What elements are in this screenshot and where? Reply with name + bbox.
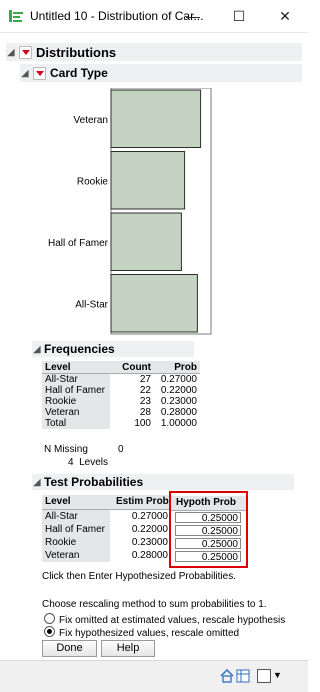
category-label: Hall of Famer: [48, 238, 109, 249]
value-cell: 27: [139, 374, 151, 385]
table-row: All-Star 0.27000: [42, 510, 170, 523]
status-bar: ▼: [0, 660, 308, 692]
help-button[interactable]: Help: [101, 640, 155, 657]
level-cell: All-Star: [42, 373, 110, 385]
level-cell: Hall of Famer: [42, 523, 110, 536]
column-header-count: Count: [110, 361, 154, 374]
rescale-prompt: Choose rescaling method to sum probabili…: [42, 599, 267, 610]
test-probabilities-header[interactable]: ◢ Test Probabilities: [32, 474, 294, 490]
level-cell: Hall of Famer: [42, 385, 110, 396]
level-cell: All-Star: [42, 510, 110, 523]
collapse-icon[interactable]: ◢: [32, 344, 42, 355]
category-label: All-Star: [75, 299, 108, 310]
radio-fix-hypothesized[interactable]: Fix hypothesized values, rescale omitted: [44, 626, 239, 639]
red-triangle-menu-icon[interactable]: [19, 45, 32, 59]
value-cell: 0.28000: [160, 407, 197, 418]
red-triangle-menu-icon[interactable]: [33, 66, 46, 80]
table-header-row: Level Estim Prob: [42, 495, 170, 510]
hypoth-prob-input[interactable]: 0.25000: [175, 512, 241, 524]
close-button[interactable]: ✕: [262, 0, 308, 32]
level-cell: Rookie: [42, 396, 110, 407]
radio-label: Fix omitted at estimated values, rescale…: [59, 615, 286, 626]
table-row: Hall of Famer 22 0.22000: [42, 385, 200, 396]
levels-label: 4 Levels: [68, 457, 109, 468]
frequencies-title: Frequencies: [44, 342, 115, 356]
level-cell: Rookie: [42, 536, 110, 549]
column-header-level: Level: [42, 361, 110, 374]
instruction-text: Click then Enter Hypothesized Probabilit…: [42, 571, 236, 582]
hypoth-prob-highlight: Hypoth Prob 0.25000 0.25000 0.25000 0.25000: [169, 491, 248, 568]
test-probabilities-title: Test Probabilities: [44, 475, 144, 489]
value-cell: 0.22000: [160, 385, 197, 396]
report-content: ◢ Distributions ◢ Card Type Veteran Rooki…: [0, 33, 308, 660]
radio-button-selected[interactable]: [44, 626, 55, 637]
table-row: Total 100 1.00000: [42, 418, 200, 429]
title-bar: Untitled 10 - Distribution of Car... — ☐…: [0, 0, 308, 33]
estim-prob-cell: 0.23000: [131, 537, 168, 548]
bar-chart: Veteran Rookie Hall of Famer All-Star: [48, 87, 212, 335]
column-header-estim-prob: Estim Prob: [116, 496, 169, 507]
card-type-header[interactable]: ◢ Card Type: [20, 64, 302, 82]
radio-fix-omitted[interactable]: Fix omitted at estimated values, rescale…: [44, 613, 285, 626]
n-missing-label: N Missing: [44, 444, 88, 455]
collapse-icon[interactable]: ◢: [20, 68, 30, 79]
table-row: Rookie 23 0.23000: [42, 396, 200, 407]
column-header-prob: Prob: [154, 361, 200, 374]
distributions-title: Distributions: [36, 44, 117, 60]
level-cell: Total: [42, 418, 110, 429]
value-cell: 100: [134, 418, 151, 429]
bar-all-star[interactable]: [110, 274, 198, 333]
category-label: Veteran: [74, 115, 108, 126]
table-row: Veteran 28 0.28000: [42, 407, 200, 418]
table-view-icon[interactable]: [236, 669, 250, 683]
category-label: Rookie: [77, 176, 109, 187]
table-row: Rookie 0.23000: [42, 536, 170, 549]
table-row: Veteran 0.28000: [42, 549, 170, 562]
table-row: All-Star 27 0.27000: [42, 373, 200, 385]
hypoth-prob-input[interactable]: 0.25000: [175, 551, 241, 563]
level-cell: Veteran: [42, 407, 110, 418]
n-missing-value: 0: [118, 444, 124, 455]
value-cell: 23: [139, 396, 151, 407]
distributions-header[interactable]: ◢ Distributions: [6, 43, 302, 61]
maximize-button[interactable]: ☐: [216, 0, 262, 32]
card-type-chart: Veteran Rookie Hall of Famer All-Star: [36, 87, 302, 342]
estim-prob-cell: 0.28000: [131, 550, 168, 561]
column-header-level: Level: [45, 496, 71, 507]
card-type-title: Card Type: [50, 66, 108, 80]
dropdown-arrow-icon[interactable]: ▼: [273, 670, 282, 680]
value-cell: 1.00000: [160, 418, 197, 429]
estim-prob-cell: 0.27000: [131, 511, 168, 522]
collapse-icon[interactable]: ◢: [32, 477, 42, 488]
column-header-hypoth-prob: Hypoth Prob: [176, 497, 236, 508]
radio-button[interactable]: [44, 613, 55, 624]
value-cell: 0.27000: [160, 374, 197, 385]
bar-rookie[interactable]: [110, 151, 186, 210]
checkbox-icon[interactable]: [257, 669, 271, 683]
done-button[interactable]: Done: [42, 640, 97, 657]
frequencies-header[interactable]: ◢ Frequencies: [32, 341, 194, 357]
bar-veteran[interactable]: [110, 89, 202, 148]
collapse-icon[interactable]: ◢: [6, 47, 16, 58]
column-header-cell: Hypoth Prob: [171, 496, 246, 511]
table-row: Hall of Famer 0.22000: [42, 523, 170, 536]
radio-label: Fix hypothesized values, rescale omitted: [59, 628, 240, 639]
bar-hall-of-famer[interactable]: [110, 212, 182, 271]
frequencies-table: Level Count Prob All-Star 27 0.27000 Hall of …: [42, 361, 200, 429]
value-cell: 22: [139, 385, 151, 396]
level-cell: Veteran: [42, 549, 110, 562]
value-cell: 0.23000: [160, 396, 197, 407]
value-cell: 28: [139, 407, 151, 418]
app-icon: [9, 9, 23, 23]
hypoth-prob-input[interactable]: 0.25000: [175, 525, 241, 537]
hypoth-prob-input[interactable]: 0.25000: [175, 538, 241, 550]
minimize-button[interactable]: —: [170, 0, 216, 32]
estim-prob-cell: 0.22000: [131, 524, 168, 535]
home-icon[interactable]: [220, 668, 234, 683]
